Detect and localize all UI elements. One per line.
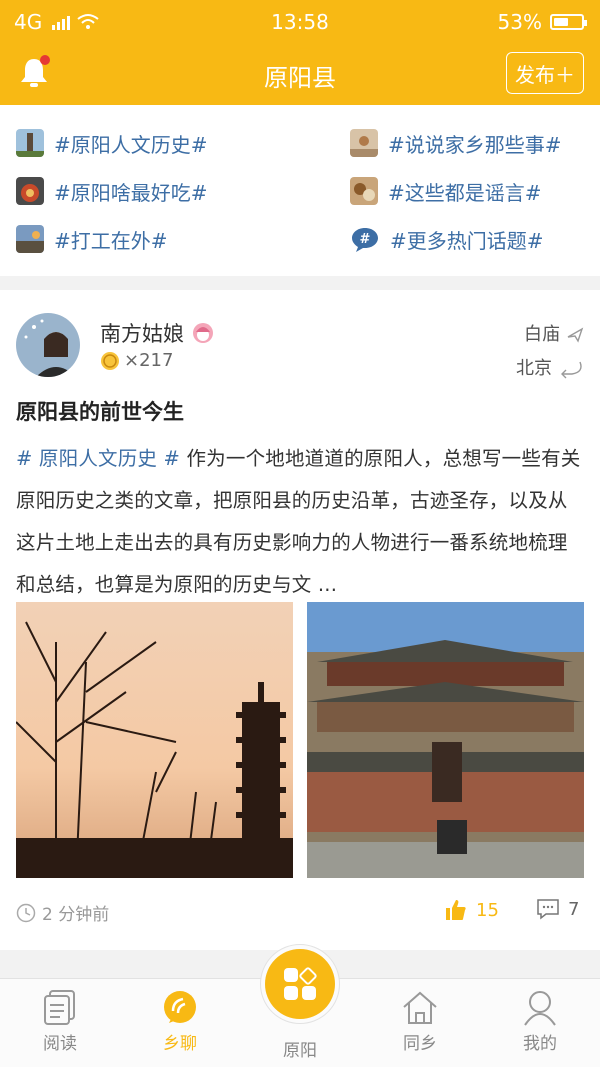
tab-read[interactable]: 阅读 (10, 987, 110, 1054)
clock-icon (16, 903, 36, 922)
thumbs-up-icon (446, 900, 466, 920)
comment-icon (537, 899, 559, 920)
grid-icon (284, 967, 317, 1000)
publish-label: 发布＋ (515, 62, 575, 87)
route-info: 白庙 北京 (516, 318, 584, 386)
topic-item[interactable]: #原阳啥最好吃# (16, 175, 208, 207)
topic-label: #原阳人文历史# (54, 132, 208, 157)
chat-icon (164, 991, 196, 1023)
topic-label: #说说家乡那些事# (388, 132, 562, 157)
tab-label: 原阳 (283, 1041, 317, 1061)
tab-fellow[interactable]: 同乡 (370, 987, 470, 1054)
hash-bubble-icon: # (352, 228, 378, 252)
food-thumb (16, 177, 44, 205)
plane-icon (567, 327, 584, 343)
tab-label: 我的 (523, 1034, 557, 1054)
hot-topics: #原阳人文历史# #说说家乡那些事# #原阳啥最好吃# #这些都是谣言# #打工… (0, 105, 600, 276)
topic-label: #打工在外# (54, 228, 168, 253)
app-header: 原阳县 发布＋ (0, 44, 600, 105)
tab-label: 同乡 (403, 1034, 437, 1054)
post-title[interactable]: 原阳县的前世今生 (16, 396, 184, 426)
route-from: 白庙 (524, 324, 560, 345)
pagoda-photo[interactable] (16, 602, 293, 878)
tab-chat[interactable]: 乡聊 (130, 987, 230, 1054)
document-icon (44, 990, 75, 1025)
topic-label: #更多热门话题# (390, 228, 544, 253)
topic-item[interactable]: #原阳人文历史# (16, 127, 208, 159)
post-card[interactable]: 南方姑娘 ×217 白庙 北京 原阳县的前世今生 # 原阳人文历史 # 作为一个… (0, 290, 600, 950)
topic-label: #这些都是谣言# (388, 180, 542, 205)
post-time-row: 2 分钟前 (16, 900, 109, 925)
road-thumb (16, 225, 44, 253)
topic-item[interactable]: #这些都是谣言# (350, 175, 542, 207)
girl-badge-icon (193, 323, 213, 343)
battery-icon (550, 14, 587, 30)
coin-icon (101, 351, 119, 370)
comment-button[interactable]: 7 (536, 898, 579, 920)
return-arrow-icon (561, 361, 582, 379)
home-icon (403, 991, 437, 1024)
like-count: 15 (476, 899, 499, 921)
user-icon (524, 991, 556, 1026)
post-tag[interactable]: # 原阳人文历史 # (16, 447, 180, 470)
publish-button[interactable]: 发布＋ (506, 52, 584, 94)
post-body[interactable]: # 原阳人文历史 # 作为一个地地道道的原阳人，总想写一些有关原阳历史之类的文章… (16, 438, 584, 606)
post-time: 2 分钟前 (42, 905, 110, 925)
top-bar: 4G 13:58 53% 原阳县 发布＋ (0, 0, 600, 105)
battery-percent: 53% (497, 10, 542, 34)
tab-yuanyang[interactable] (260, 944, 340, 1024)
coin-count: ×217 (124, 350, 174, 371)
tab-label: 乡聊 (163, 1034, 197, 1054)
author-name-row: 南方姑娘 (100, 318, 214, 348)
author-name[interactable]: 南方姑娘 (100, 318, 184, 348)
coins-row: ×217 (100, 350, 173, 371)
like-button[interactable]: 15 (444, 898, 499, 922)
svg-text:#: # (360, 232, 371, 247)
tab-me[interactable]: 我的 (490, 987, 590, 1054)
topic-item[interactable]: #说说家乡那些事# (350, 127, 562, 159)
status-bar: 4G 13:58 53% (0, 0, 600, 44)
topic-item[interactable]: #打工在外# (16, 223, 168, 255)
tab-label: 阅读 (43, 1034, 77, 1054)
village-thumb (350, 129, 378, 157)
avatar[interactable] (16, 313, 80, 377)
comment-count: 7 (568, 898, 580, 920)
temple-photo[interactable] (307, 602, 584, 878)
topic-label: #原阳啥最好吃# (54, 180, 208, 205)
dishes-thumb (350, 177, 378, 205)
topic-item[interactable]: # #更多热门话题# (350, 223, 544, 255)
route-to: 北京 (516, 358, 552, 379)
pagoda-thumb (16, 129, 44, 157)
